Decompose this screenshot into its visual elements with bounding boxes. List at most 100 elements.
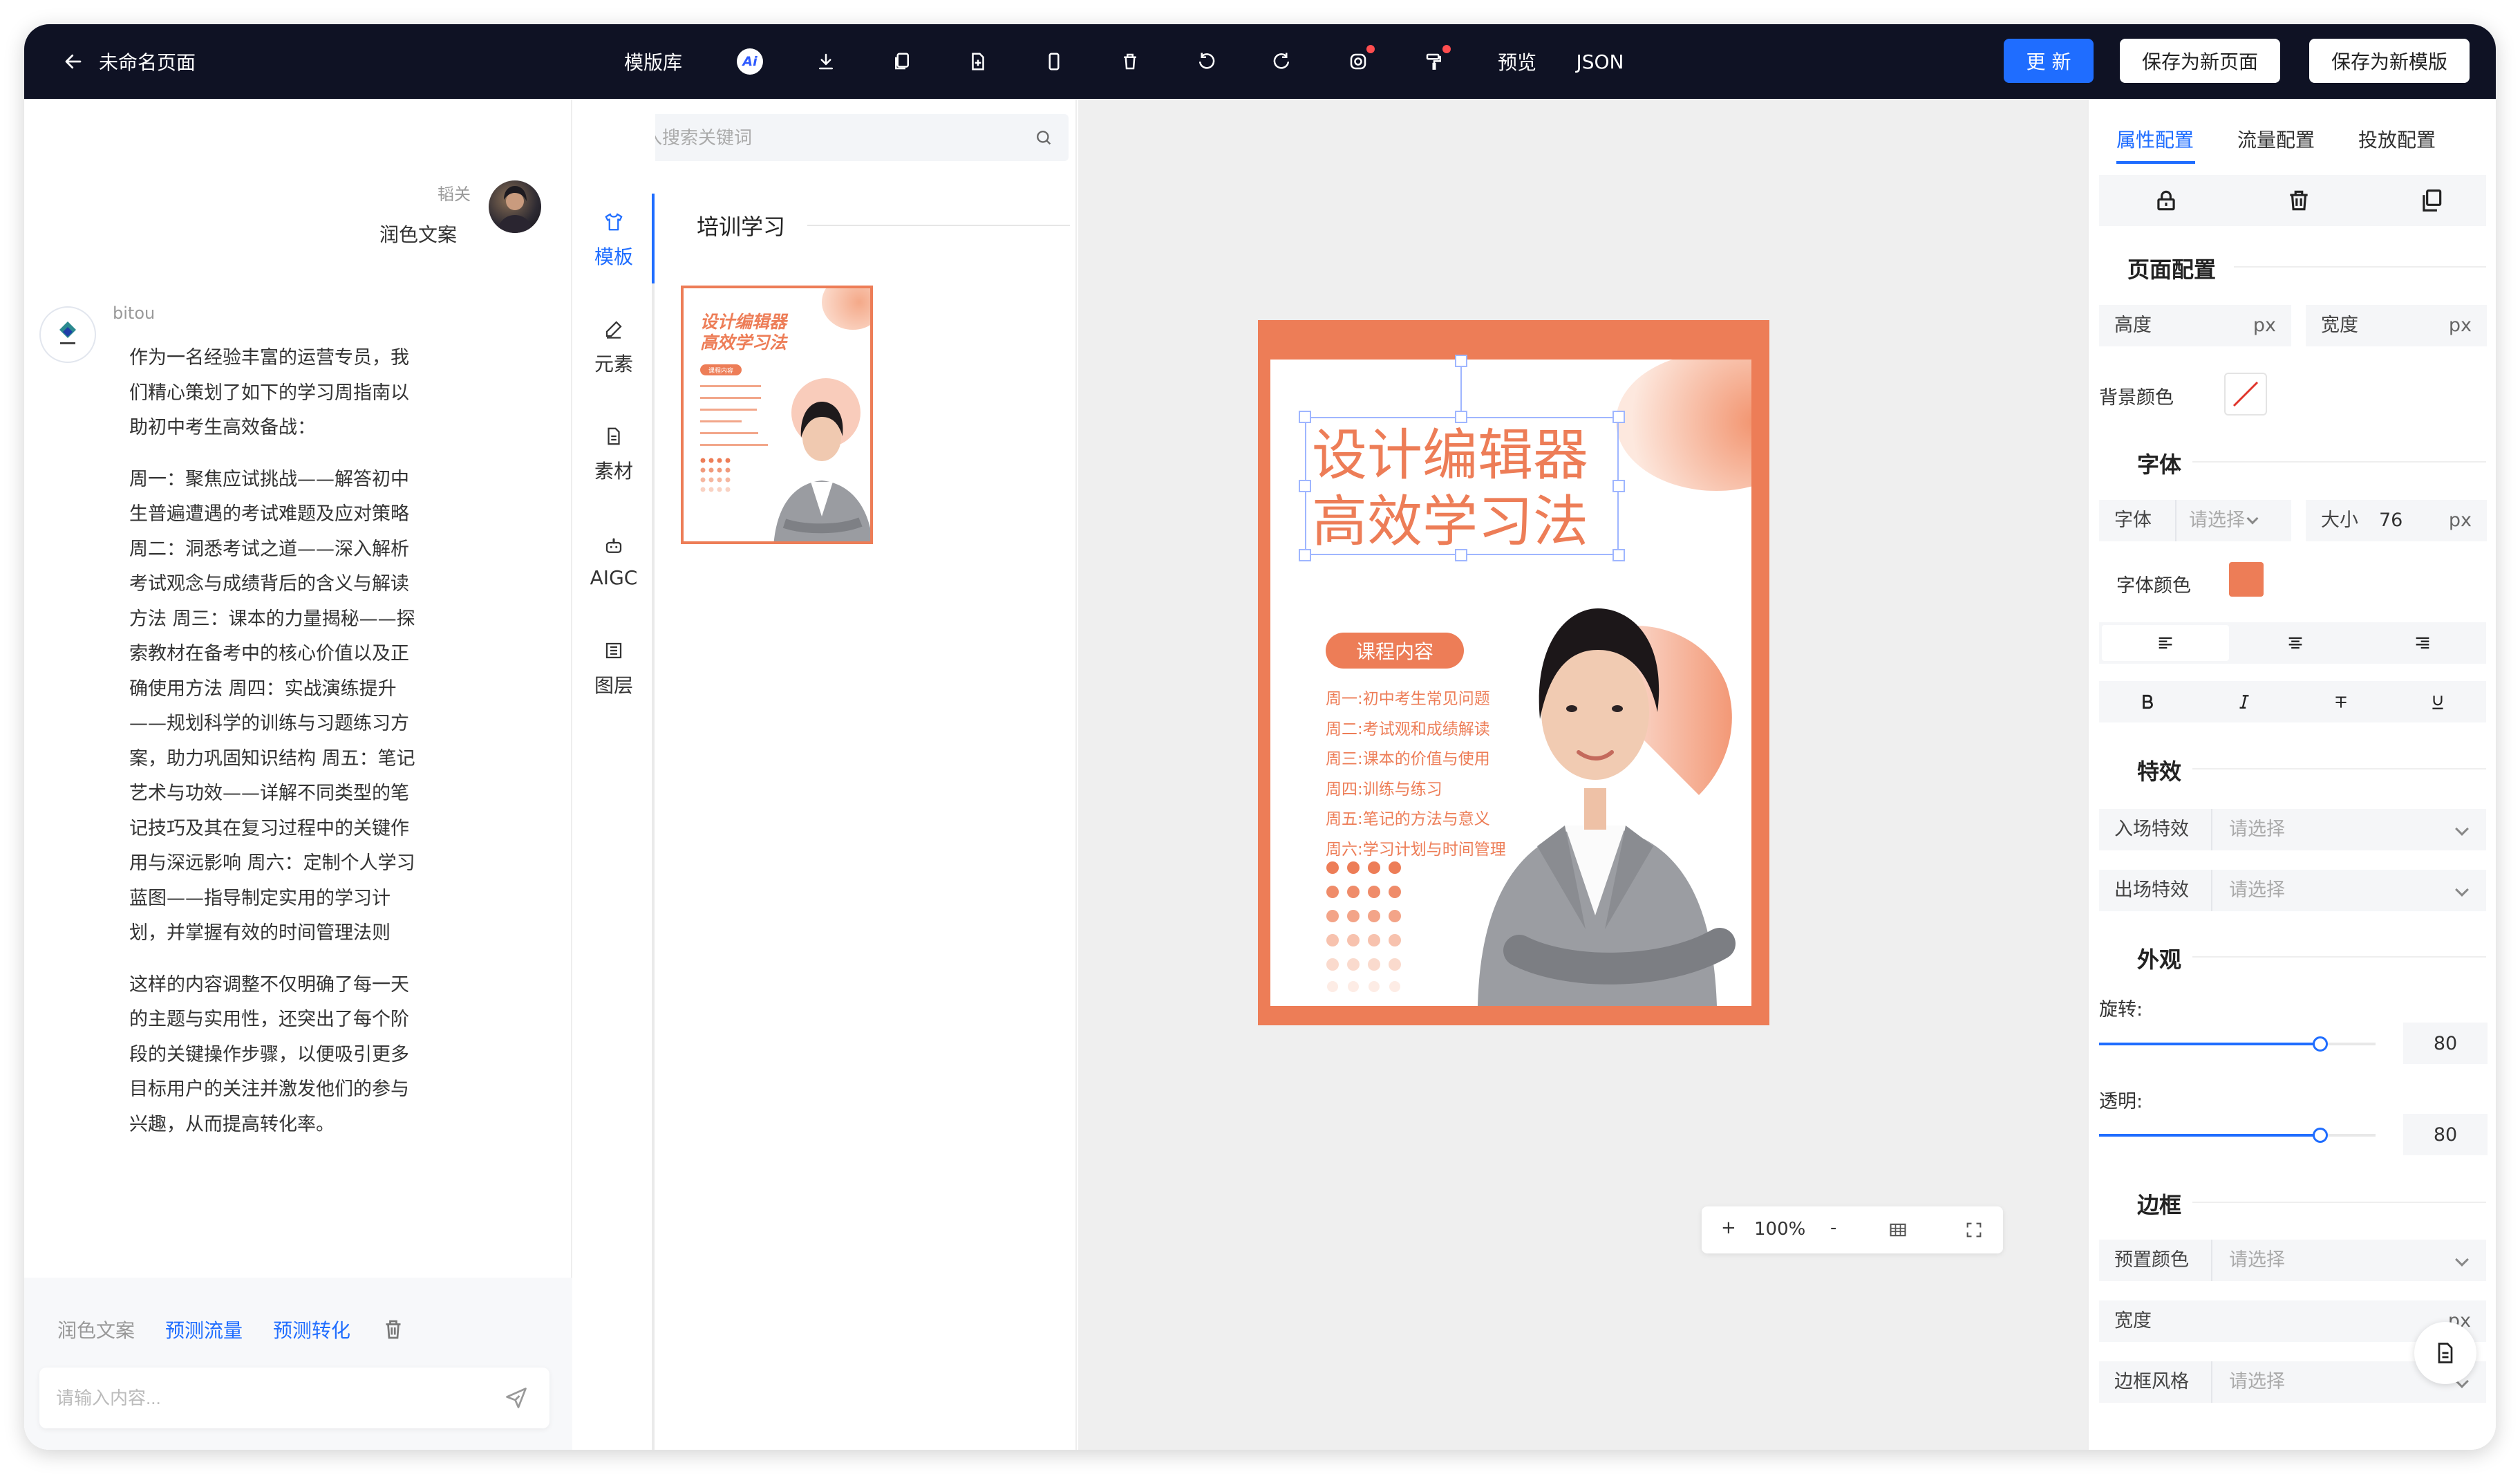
font-family-select[interactable]: 请选择 [2189, 500, 2245, 541]
grid-icon[interactable] [1888, 1220, 1908, 1240]
font-size-value[interactable]: 76 [2379, 500, 2403, 541]
section-title: 页面配置 [2127, 256, 2217, 283]
border-style-select[interactable]: 请选择 [2229, 1361, 2285, 1403]
nav-item-elements[interactable]: 元素 [572, 306, 655, 389]
new-file-button[interactable] [963, 24, 993, 99]
undo-button[interactable] [1191, 24, 1221, 99]
resize-handle[interactable] [1299, 480, 1311, 492]
exit-effect-field[interactable]: 出场特效 请选择 [2099, 870, 2486, 911]
underline-button[interactable] [2389, 681, 2486, 722]
poster[interactable]: 课程内容 周一:初中考生常见问题 周二:考试观和成绩解读 周三:课本的价值与使用… [1258, 320, 1769, 1025]
rotate-handle[interactable] [1455, 355, 1467, 367]
trash-icon[interactable] [2286, 187, 2312, 214]
template-library-button[interactable]: 模版库 [612, 24, 695, 99]
back-button[interactable]: 未命名页面 [63, 24, 196, 99]
mobile-preview-button[interactable] [1039, 24, 1069, 99]
unit-label: px [2253, 315, 2276, 336]
predict-traffic-action[interactable]: 预测流量 [165, 1316, 243, 1343]
course-pill[interactable]: 课程内容 [1326, 633, 1464, 669]
bot-paragraph: 这样的内容调整不仅明确了每一天的主题与实用性，还突出了每个阶段的关键操作步骤，以… [129, 973, 409, 1135]
lock-icon[interactable] [2153, 187, 2179, 214]
align-right-button[interactable] [2359, 622, 2486, 664]
height-field[interactable]: 高度 px [2099, 305, 2291, 346]
nav-item-aigc[interactable]: AIGC [572, 521, 655, 604]
ai-button[interactable]: Ai [735, 24, 765, 99]
exit-effect-select[interactable]: 请选择 [2229, 870, 2285, 911]
enter-effect-field[interactable]: 入场特效 请选择 [2099, 809, 2486, 850]
tab-attribute-config[interactable]: 属性配置 [2116, 125, 2194, 153]
redo-button[interactable] [1267, 24, 1297, 99]
download-button[interactable] [811, 24, 841, 99]
nav-item-templates[interactable]: 模板 [572, 199, 655, 282]
rotate-slider-handle[interactable] [2313, 1036, 2328, 1052]
ai-icon: Ai [737, 48, 763, 75]
preset-color-field[interactable]: 预置颜色 请选择 [2099, 1240, 2486, 1281]
save-as-page-button[interactable]: 保存为新页面 [2120, 39, 2280, 83]
resize-handle[interactable] [1612, 549, 1625, 561]
chat-input[interactable] [56, 1368, 485, 1428]
delete-button[interactable] [1115, 24, 1145, 99]
strikethrough-button[interactable] [2293, 681, 2389, 722]
copy-button[interactable] [887, 24, 917, 99]
nav-item-layers[interactable]: 图层 [572, 628, 655, 711]
trash-icon[interactable] [381, 1317, 406, 1342]
resize-handle[interactable] [1455, 411, 1467, 423]
field-separator [2211, 1361, 2212, 1403]
align-left-button[interactable] [2102, 625, 2229, 661]
rotate-value-input[interactable]: 80 [2403, 1023, 2488, 1064]
update-button[interactable]: 更 新 [2004, 39, 2094, 83]
resize-handle[interactable] [1612, 411, 1625, 423]
font-color-swatch[interactable] [2229, 562, 2264, 597]
design-canvas[interactable]: 课程内容 周一:初中考生常见问题 周二:考试观和成绩解读 周三:课本的价值与使用… [1078, 99, 2087, 1450]
section-title: 边框 [2137, 1192, 2182, 1218]
preset-color-select[interactable]: 请选择 [2229, 1240, 2285, 1281]
zoom-out-button[interactable]: - [1830, 1218, 1836, 1238]
send-icon[interactable] [504, 1386, 529, 1410]
font-size-field[interactable]: 大小 76 px [2306, 500, 2487, 541]
course-item: 周一:初中考生常见问题 [1326, 690, 1490, 708]
template-search-input[interactable] [608, 114, 1023, 161]
pen-icon [605, 321, 622, 339]
bold-button[interactable] [2099, 681, 2196, 722]
copy-icon[interactable] [2418, 187, 2445, 214]
json-button[interactable]: JSON [1569, 24, 1631, 99]
align-right-icon [2416, 637, 2429, 649]
chat-panel: 韬关 润色文案 bitou 作为一名经验丰富的运营专员，我们精心策划了如下的学习… [24, 99, 572, 1450]
tab-delivery-config[interactable]: 投放配置 [2358, 125, 2436, 153]
opacity-slider-handle[interactable] [2313, 1128, 2328, 1143]
floating-doc-button[interactable] [2414, 1322, 2476, 1384]
opacity-label: 透明: [2099, 1091, 2143, 1112]
resize-handle[interactable] [1612, 480, 1625, 492]
resize-handle[interactable] [1299, 549, 1311, 561]
format-painter-button[interactable] [1419, 24, 1451, 99]
rotate-slider-fill [2099, 1043, 2320, 1045]
resize-handle[interactable] [1455, 549, 1467, 561]
enter-effect-select[interactable]: 请选择 [2229, 809, 2285, 850]
section-title: 特效 [2137, 758, 2182, 785]
bg-color-swatch[interactable] [2224, 373, 2267, 416]
predict-conversion-action[interactable]: 预测转化 [273, 1316, 350, 1343]
polish-copy-action[interactable]: 润色文案 [57, 1316, 135, 1343]
course-list[interactable]: 周一:初中考生常见问题 周二:考试观和成绩解读 周三:课本的价值与使用 周四:训… [1326, 684, 1506, 865]
search-icon[interactable] [1034, 128, 1053, 147]
align-center-button[interactable] [2232, 622, 2359, 664]
bold-icon [2143, 694, 2153, 709]
selection-box[interactable] [1305, 417, 1619, 555]
save-as-template-button[interactable]: 保存为新模版 [2309, 39, 2470, 83]
no-color-icon [2232, 381, 2259, 407]
tab-traffic-config[interactable]: 流量配置 [2237, 125, 2315, 153]
bot-avatar [39, 306, 96, 363]
zoom-in-button[interactable]: + [1721, 1218, 1736, 1238]
italic-button[interactable] [2196, 681, 2293, 722]
template-thumbnail[interactable]: 设计编辑器 高效学习法 课程内容 [681, 286, 873, 544]
section-title: 外观 [2137, 946, 2182, 973]
instagram-button[interactable] [1343, 24, 1375, 99]
field-separator [2175, 500, 2176, 541]
nav-item-assets[interactable]: 素材 [572, 413, 655, 496]
opacity-value-input[interactable]: 80 [2403, 1114, 2488, 1155]
preview-button[interactable]: 预览 [1489, 24, 1545, 99]
fullscreen-icon[interactable] [1964, 1220, 1984, 1240]
width-field[interactable]: 宽度 px [2306, 305, 2487, 346]
font-family-field[interactable]: 字体 请选择 [2099, 500, 2291, 541]
resize-handle[interactable] [1299, 411, 1311, 423]
